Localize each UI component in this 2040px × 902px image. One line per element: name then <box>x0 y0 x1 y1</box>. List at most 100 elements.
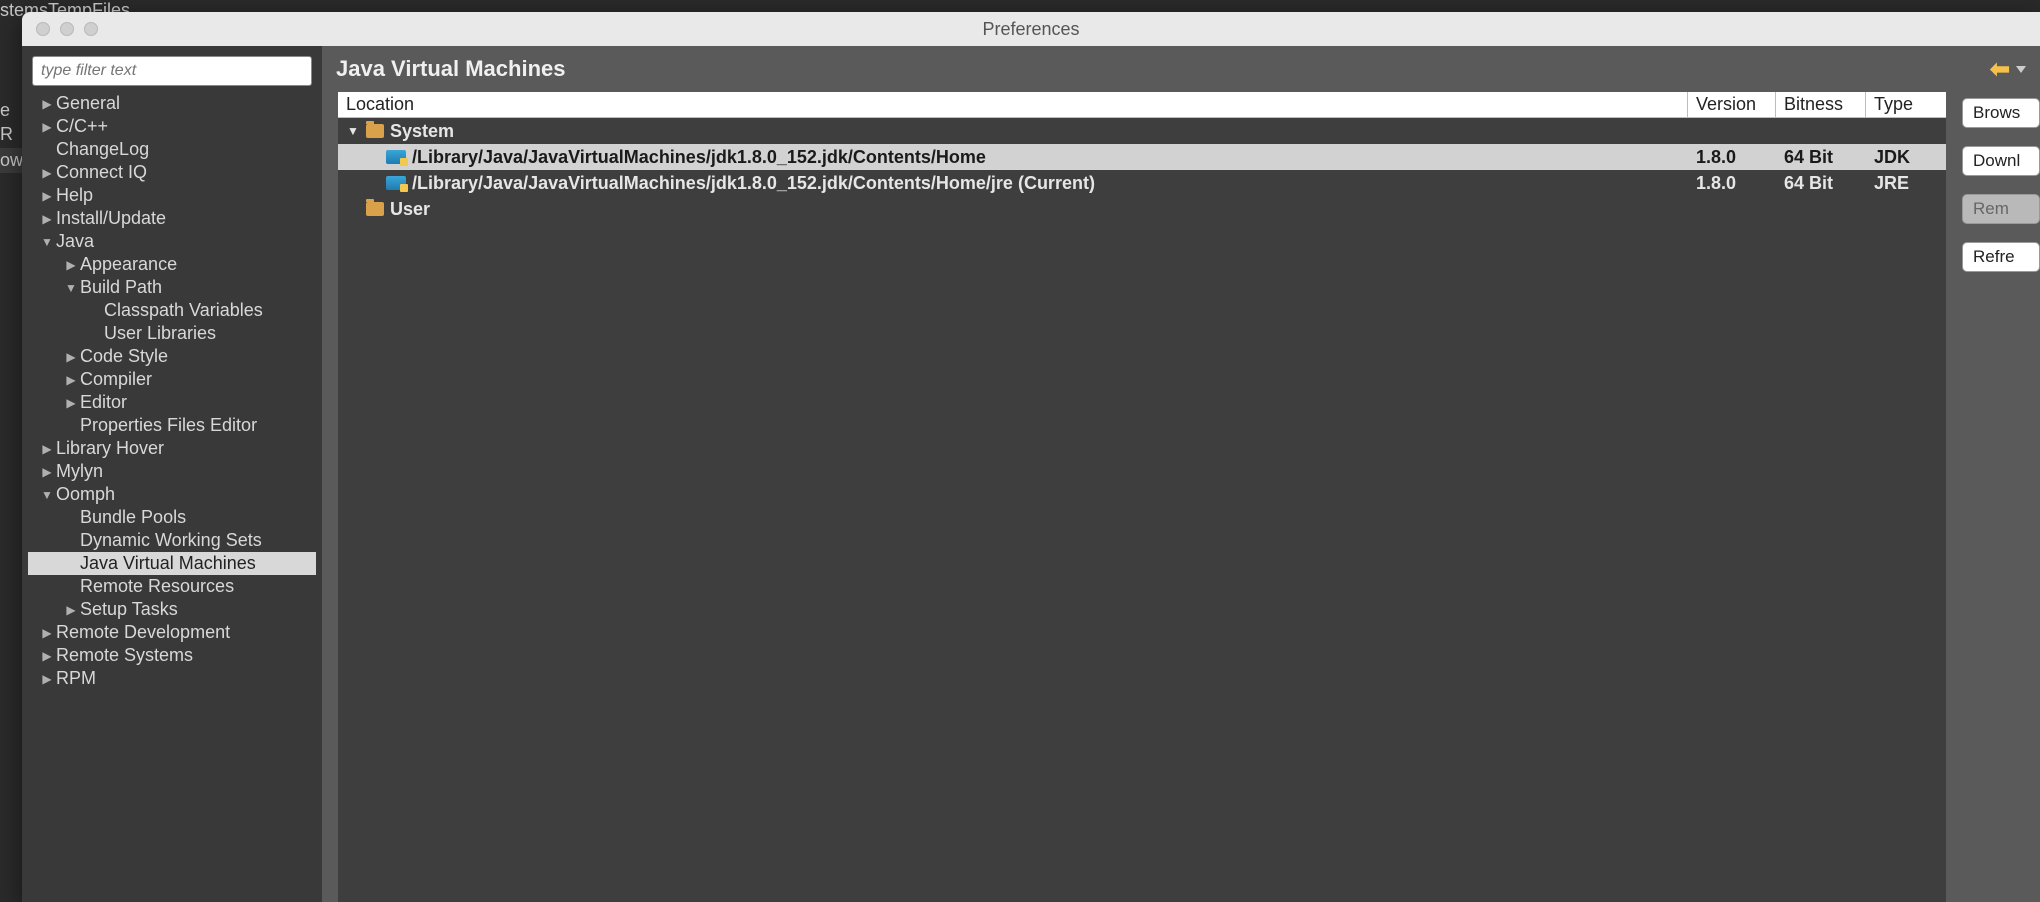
preferences-tree[interactable]: ▶General▶C/C++▶ChangeLog▶Connect IQ▶Help… <box>28 92 316 902</box>
chevron-right-icon: ▶ <box>64 373 78 387</box>
jvm-icon <box>386 150 406 164</box>
refresh-button[interactable]: Refre <box>1962 242 2040 272</box>
col-bitness[interactable]: Bitness <box>1776 92 1866 117</box>
tree-node[interactable]: ▶Bundle Pools <box>28 506 316 529</box>
preferences-dialog: Preferences ▶General▶C/C++▶ChangeLog▶Con… <box>22 12 2040 902</box>
tree-node[interactable]: ▶Connect IQ <box>28 161 316 184</box>
chevron-down-icon <box>2016 66 2026 73</box>
chevron-down-icon: ▼ <box>64 281 78 295</box>
table-group-row[interactable]: User <box>338 196 1946 222</box>
button-column: Brows Downl Rem Refre <box>1962 92 2040 902</box>
tree-node-label: Install/Update <box>56 208 166 229</box>
tree-node[interactable]: ▶Help <box>28 184 316 207</box>
tree-node[interactable]: ▶Library Hover <box>28 437 316 460</box>
tree-node[interactable]: ▶General <box>28 92 316 115</box>
chevron-down-icon: ▼ <box>346 124 360 138</box>
folder-icon <box>366 202 384 216</box>
jvm-icon <box>386 176 406 190</box>
tree-node-label: Dynamic Working Sets <box>80 530 262 551</box>
chevron-right-icon: ▶ <box>40 120 54 134</box>
tree-node[interactable]: ▶User Libraries <box>28 322 316 345</box>
table-row[interactable]: /Library/Java/JavaVirtualMachines/jdk1.8… <box>338 144 1946 170</box>
tree-node[interactable]: ▶Code Style <box>28 345 316 368</box>
tree-node-label: Connect IQ <box>56 162 147 183</box>
tree-node[interactable]: ▼Build Path <box>28 276 316 299</box>
tree-node-label: Help <box>56 185 93 206</box>
chevron-down-icon: ▼ <box>40 235 54 249</box>
download-button[interactable]: Downl <box>1962 146 2040 176</box>
chevron-down-icon: ▼ <box>40 488 54 502</box>
col-type[interactable]: Type <box>1866 92 1946 117</box>
tree-node[interactable]: ▶Classpath Variables <box>28 299 316 322</box>
cell-bitness: 64 Bit <box>1776 147 1866 168</box>
filter-input[interactable] <box>32 56 312 86</box>
tree-node-label: Compiler <box>80 369 152 390</box>
tree-node-label: ChangeLog <box>56 139 149 160</box>
tree-node[interactable]: ▶ChangeLog <box>28 138 316 161</box>
cell-type: JDK <box>1866 147 1946 168</box>
tree-node-label: Classpath Variables <box>104 300 263 321</box>
tree-node-label: Mylyn <box>56 461 103 482</box>
tree-node[interactable]: ▶Compiler <box>28 368 316 391</box>
jvm-table: Location Version Bitness Type ▼ System/Li… <box>338 92 1946 902</box>
tree-node-label: Remote Resources <box>80 576 234 597</box>
tree-node[interactable]: ▶Remote Systems <box>28 644 316 667</box>
table-row[interactable]: /Library/Java/JavaVirtualMachines/jdk1.8… <box>338 170 1946 196</box>
tree-node[interactable]: ▶C/C++ <box>28 115 316 138</box>
preferences-page: Java Virtual Machines ⬅ Location Version… <box>322 46 2040 902</box>
table-group-row[interactable]: ▼ System <box>338 118 1946 144</box>
tree-node-label: Java <box>56 231 94 252</box>
tree-node-label: Library Hover <box>56 438 164 459</box>
tree-node[interactable]: ▶Java Virtual Machines <box>28 552 316 575</box>
tree-node[interactable]: ▶Dynamic Working Sets <box>28 529 316 552</box>
tree-node[interactable]: ▶Properties Files Editor <box>28 414 316 437</box>
titlebar: Preferences <box>22 12 2040 46</box>
tree-node[interactable]: ▶Remote Resources <box>28 575 316 598</box>
col-location[interactable]: Location <box>338 92 1688 117</box>
back-history-button[interactable]: ⬅ <box>1990 55 2026 84</box>
chevron-right-icon: ▶ <box>40 189 54 203</box>
location-text: System <box>390 121 454 142</box>
table-body[interactable]: ▼ System/Library/Java/JavaVirtualMachines… <box>338 118 1946 902</box>
tree-node-label: Properties Files Editor <box>80 415 257 436</box>
chevron-right-icon: ▶ <box>40 649 54 663</box>
tree-node-label: Editor <box>80 392 127 413</box>
location-text: /Library/Java/JavaVirtualMachines/jdk1.8… <box>412 173 1095 194</box>
bg-partial-text: e <box>0 100 10 121</box>
tree-node[interactable]: ▶Appearance <box>28 253 316 276</box>
tree-node[interactable]: ▼Oomph <box>28 483 316 506</box>
tree-node[interactable]: ▶Mylyn <box>28 460 316 483</box>
tree-node-label: C/C++ <box>56 116 108 137</box>
tree-node-label: Code Style <box>80 346 168 367</box>
tree-node-label: Remote Development <box>56 622 230 643</box>
chevron-right-icon: ▶ <box>64 603 78 617</box>
tree-node-label: General <box>56 93 120 114</box>
chevron-right-icon: ▶ <box>40 465 54 479</box>
tree-node-label: Build Path <box>80 277 162 298</box>
col-version[interactable]: Version <box>1688 92 1776 117</box>
cell-type: JRE <box>1866 173 1946 194</box>
tree-node-label: Remote Systems <box>56 645 193 666</box>
chevron-right-icon: ▶ <box>40 97 54 111</box>
chevron-right-icon: ▶ <box>40 166 54 180</box>
tree-node[interactable]: ▶Editor <box>28 391 316 414</box>
chevron-right-icon: ▶ <box>64 396 78 410</box>
browse-button[interactable]: Brows <box>1962 98 2040 128</box>
remove-button: Rem <box>1962 194 2040 224</box>
dialog-title: Preferences <box>22 19 2040 40</box>
page-title: Java Virtual Machines <box>336 56 566 82</box>
folder-icon <box>366 124 384 138</box>
tree-node[interactable]: ▶RPM <box>28 667 316 690</box>
chevron-right-icon: ▶ <box>64 258 78 272</box>
tree-node[interactable]: ▼Java <box>28 230 316 253</box>
tree-node-label: Oomph <box>56 484 115 505</box>
tree-node-label: Bundle Pools <box>80 507 186 528</box>
tree-node[interactable]: ▶Remote Development <box>28 621 316 644</box>
cell-bitness: 64 Bit <box>1776 173 1866 194</box>
chevron-right-icon: ▶ <box>40 212 54 226</box>
arrow-left-icon: ⬅ <box>1990 55 2010 84</box>
tree-node[interactable]: ▶Setup Tasks <box>28 598 316 621</box>
tree-node-label: Appearance <box>80 254 177 275</box>
chevron-right-icon: ▶ <box>40 626 54 640</box>
tree-node[interactable]: ▶Install/Update <box>28 207 316 230</box>
